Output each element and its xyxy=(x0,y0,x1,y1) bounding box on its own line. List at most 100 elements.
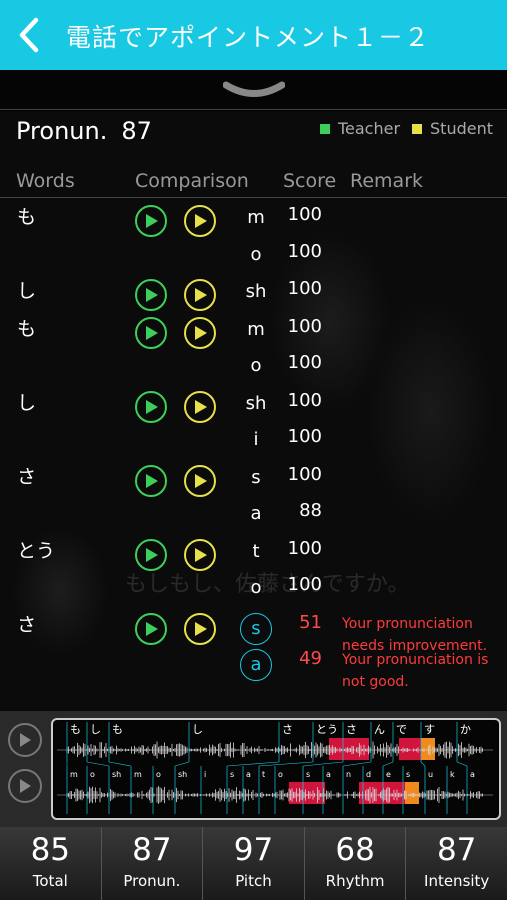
phoneme-score: 100 xyxy=(287,352,322,373)
play-teacher-button[interactable] xyxy=(135,279,167,311)
phoneme-score: 88 xyxy=(299,500,322,521)
play-student-audio-button[interactable] xyxy=(8,769,42,803)
phoneme-score: 100 xyxy=(287,574,322,595)
student-phone-label: m xyxy=(70,770,78,779)
phoneme-score: 51 xyxy=(299,611,322,633)
student-phone-label: i xyxy=(204,770,206,779)
play-icon xyxy=(195,473,207,488)
score-value: 97 xyxy=(233,832,274,868)
phoneme-score: 100 xyxy=(287,315,322,337)
play-teacher-button[interactable] xyxy=(135,316,167,349)
phoneme: t xyxy=(252,540,260,562)
waveform-comparison: もしもしさとうさんですか m o sh m o sh i s a t o s a n d e s u k a xyxy=(51,718,501,820)
student-phone-label: u xyxy=(428,770,433,779)
play-icon xyxy=(195,621,207,636)
result-list[interactable]: も m 100 o 100 し sh 100 も m 100 o 100 し sh 100 i 100 さ s 100 a… xyxy=(0,198,507,710)
phoneme: sh xyxy=(245,281,267,302)
play-icon xyxy=(146,214,158,228)
legend-teacher: Teacher xyxy=(319,119,400,138)
play-icon xyxy=(195,214,207,228)
play-icon xyxy=(146,399,158,414)
student-highlight xyxy=(289,782,325,804)
column-headers: Words Comparison Score Remark xyxy=(0,160,507,198)
student-phone-label: m xyxy=(134,770,142,779)
play-teacher-button[interactable] xyxy=(135,464,167,497)
teacher-syllable-label: さ xyxy=(346,723,357,736)
alignment-line xyxy=(382,761,394,767)
remark-text: Your pronunciation is not good. xyxy=(342,652,489,690)
col-score: Score xyxy=(283,170,337,192)
teacher-swatch xyxy=(319,123,330,134)
play-teacher-button[interactable] xyxy=(135,205,167,237)
teacher-syllable-label: で xyxy=(396,723,407,736)
student-phone-label: n xyxy=(346,770,351,779)
score-label: Pronun. xyxy=(123,872,181,890)
alignment-line xyxy=(108,761,132,767)
play-icon xyxy=(146,325,158,340)
legend-student: Student xyxy=(412,119,493,138)
word-text: も xyxy=(17,317,37,340)
play-teacher-button[interactable] xyxy=(135,538,167,571)
play-teacher-button[interactable] xyxy=(135,390,167,423)
play-student-button[interactable] xyxy=(184,464,216,497)
play-icon xyxy=(195,547,207,562)
score-bar: 85 Total 87 Pronun. 97 Pitch 68 Rhythm 87 Intensi… xyxy=(0,827,507,900)
student-phone-label: a xyxy=(326,770,331,779)
phoneme-score: 100 xyxy=(287,278,322,299)
phoneme-score: 100 xyxy=(287,204,322,225)
student-phone-label: o xyxy=(90,770,95,779)
score-label: Pitch xyxy=(235,872,272,890)
play-icon xyxy=(146,621,158,636)
play-student-button[interactable] xyxy=(184,279,216,311)
waveform-graph: もしもしさとうさんですかm o sh m o sh i s a t o s a n d e s u k a xyxy=(57,722,493,814)
play-icon xyxy=(20,733,31,747)
phoneme[interactable]: s xyxy=(240,612,272,645)
play-student-button[interactable] xyxy=(184,390,216,423)
teacher-syllable-label: さ xyxy=(282,723,293,736)
play-icon xyxy=(146,288,158,302)
collapse-bar[interactable] xyxy=(0,70,507,110)
teacher-syllable-label: す xyxy=(424,723,435,736)
play-teacher-audio-button[interactable] xyxy=(8,723,42,757)
phoneme-score: 100 xyxy=(287,463,322,485)
back-button[interactable] xyxy=(10,14,46,56)
phoneme: m xyxy=(247,318,265,340)
student-phone-label: a xyxy=(246,770,251,779)
alignment-line xyxy=(342,761,372,767)
play-student-button[interactable] xyxy=(184,612,216,645)
play-student-button[interactable] xyxy=(184,538,216,571)
phoneme-score: 49 xyxy=(299,648,322,669)
play-teacher-button[interactable] xyxy=(135,612,167,645)
alignment-line xyxy=(258,761,314,767)
phoneme-score: 100 xyxy=(287,537,322,559)
student-phone-label: d xyxy=(366,770,371,779)
col-words: Words xyxy=(16,170,75,192)
student-swatch xyxy=(412,123,423,134)
teacher-syllable-label: も xyxy=(70,723,81,736)
play-student-button[interactable] xyxy=(184,316,216,349)
alignment-line xyxy=(86,761,110,767)
student-phone-label: o xyxy=(278,770,283,779)
pronunciation-summary: Pronun. 87 xyxy=(16,117,152,145)
score-label: Total xyxy=(32,872,68,890)
score-total: 85 Total xyxy=(0,827,101,900)
teacher-syllable-label: とう xyxy=(316,723,338,736)
phoneme-score: 100 xyxy=(287,426,322,447)
student-phone-label: sh xyxy=(112,770,121,779)
phoneme: sh xyxy=(245,392,267,414)
phoneme: m xyxy=(247,207,265,228)
phoneme: a xyxy=(250,503,262,524)
col-remark: Remark xyxy=(350,170,424,192)
chevron-down-icon xyxy=(223,81,285,97)
waveform-panel: もしもしさとうさんですか m o sh m o sh i s a t o s a n d e s u k a xyxy=(0,711,507,827)
page-title: 電話でアポイントメント１－２ xyxy=(66,23,431,52)
alignment-line xyxy=(456,761,468,767)
teacher-syllable-label: し xyxy=(192,723,203,736)
word-text: さ xyxy=(17,613,37,636)
play-icon xyxy=(146,547,158,562)
legend: Teacher Student xyxy=(308,119,493,138)
teacher-syllable-label: し xyxy=(90,723,101,736)
phoneme[interactable]: a xyxy=(240,649,272,681)
play-student-button[interactable] xyxy=(184,205,216,237)
student-phone-label: s xyxy=(406,770,410,779)
